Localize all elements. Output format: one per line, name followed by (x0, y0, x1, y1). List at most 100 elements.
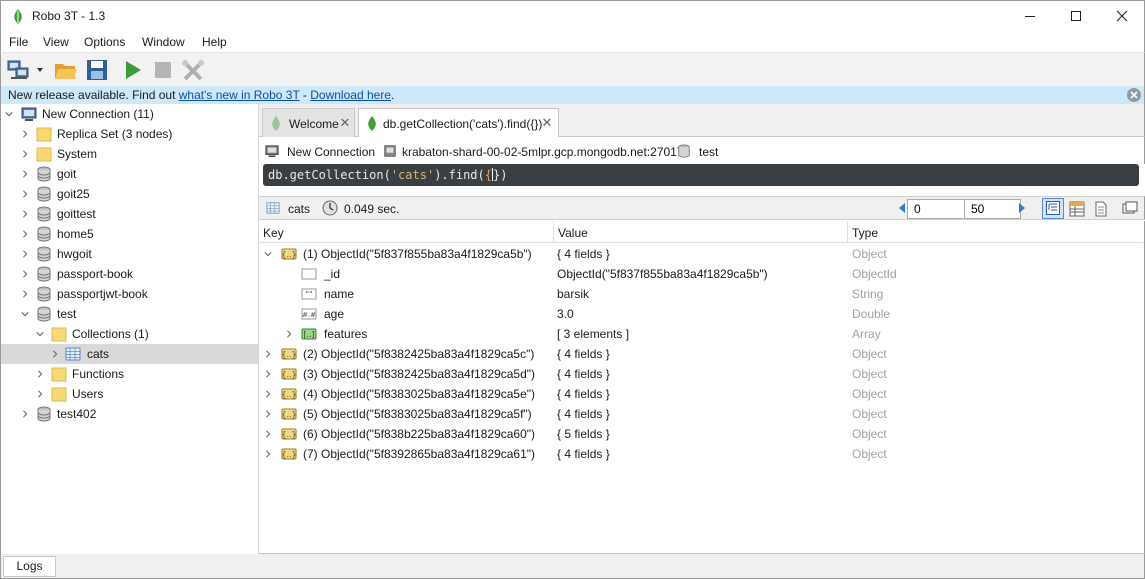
table-row[interactable]: {..} (2) ObjectId("5f8382425ba83a4f1829c… (259, 344, 1143, 364)
object-icon: {..} (281, 388, 297, 400)
stop-button[interactable] (151, 58, 175, 82)
menu-file[interactable]: File (9, 35, 28, 49)
tree-item-database-test[interactable]: test (1, 304, 258, 324)
chevron-right-icon[interactable] (264, 389, 272, 399)
cell-value: ObjectId("5f837f855ba83a4f1829ca5b") (557, 267, 768, 281)
chevron-right-icon[interactable] (1017, 202, 1027, 214)
chevron-right-icon[interactable] (21, 269, 29, 279)
logs-button[interactable]: Logs (3, 556, 56, 577)
orient-button[interactable] (182, 58, 206, 82)
query-editor[interactable]: db.getCollection('cats').find({}) (263, 164, 1139, 186)
menu-help[interactable]: Help (202, 35, 227, 49)
tree-item-label: test402 (57, 407, 97, 421)
connect-button[interactable] (7, 58, 45, 82)
menu-window[interactable]: Window (142, 35, 185, 49)
text-view-icon[interactable] (1093, 201, 1109, 217)
cell-value: { 4 fields } (557, 447, 610, 461)
close-button[interactable] (1099, 1, 1145, 31)
table-view-icon[interactable] (1069, 201, 1085, 217)
tree-item-system[interactable]: System (1, 144, 258, 164)
download-link[interactable]: Download here (310, 88, 391, 102)
column-header-value[interactable]: Value (554, 221, 848, 243)
tree-item-database-goit25[interactable]: goit25 (1, 184, 258, 204)
chevron-right-icon[interactable] (264, 349, 272, 359)
table-row[interactable]: "" name barsik String (259, 284, 1143, 304)
tab-close-icon[interactable]: ✕ (338, 116, 352, 130)
chevron-right-icon[interactable] (21, 249, 29, 259)
table-row[interactable]: {..} (5) ObjectId("5f8383025ba83a4f1829c… (259, 404, 1143, 424)
table-row[interactable]: {..} (4) ObjectId("5f8383025ba83a4f1829c… (259, 384, 1143, 404)
chevron-right-icon[interactable] (21, 149, 29, 159)
tree-item-collection-cats[interactable]: cats (1, 344, 258, 364)
tree-item-database-passportjwt-book[interactable]: passportjwt-book (1, 284, 258, 304)
execute-button[interactable] (121, 58, 145, 82)
chevron-right-icon[interactable] (264, 409, 272, 419)
chevron-down-icon[interactable] (264, 249, 272, 259)
tree-item-functions[interactable]: Functions (1, 364, 258, 384)
tree-item-database-home5[interactable]: home5 (1, 224, 258, 244)
result-collection-name: cats (288, 202, 311, 216)
table-row[interactable]: {..} (1) ObjectId("5f837f855ba83a4f1829c… (259, 244, 1143, 264)
menu-view[interactable]: View (43, 35, 69, 49)
table-row[interactable]: {..} (7) ObjectId("5f8392865ba83a4f1829c… (259, 444, 1143, 464)
tree-view-button[interactable] (1042, 198, 1064, 219)
number-icon: #.# (301, 308, 317, 320)
column-header-key[interactable]: Key (259, 221, 554, 243)
chevron-right-icon[interactable] (21, 189, 29, 199)
chevron-left-icon[interactable] (897, 202, 907, 214)
connection-icon (21, 107, 37, 121)
table-row[interactable]: _id ObjectId("5f837f855ba83a4f1829ca5b")… (259, 264, 1143, 284)
svg-text:{..}: {..} (281, 370, 296, 379)
tree-item-collections[interactable]: Collections (1) (1, 324, 258, 344)
tab-welcome[interactable]: Welcome ✕ (262, 108, 355, 137)
whats-new-link[interactable]: what's new in Robo 3T (179, 88, 300, 102)
chevron-right-icon[interactable] (51, 349, 59, 359)
chevron-right-icon[interactable] (285, 329, 293, 339)
dismiss-notification-button[interactable] (1127, 88, 1141, 102)
tree-item-connection[interactable]: New Connection (11) (1, 104, 258, 124)
results-grid: Key Value Type {..} (1) ObjectId("5f837f… (259, 221, 1145, 554)
tree-item-database-goit[interactable]: goit (1, 164, 258, 184)
maximize-button[interactable] (1053, 1, 1099, 31)
database-icon (37, 306, 51, 322)
cell-key: (7) ObjectId("5f8392865ba83a4f1829ca61") (303, 447, 536, 461)
tree-item-database-hwgoit[interactable]: hwgoit (1, 244, 258, 264)
open-button[interactable] (54, 58, 78, 82)
save-button[interactable] (85, 58, 109, 82)
minimize-button[interactable] (1007, 1, 1053, 31)
chevron-right-icon[interactable] (21, 169, 29, 179)
tab-close-icon[interactable]: ✕ (540, 116, 554, 130)
table-row[interactable]: {..} (3) ObjectId("5f8382425ba83a4f1829c… (259, 364, 1143, 384)
column-header-type[interactable]: Type (848, 221, 1143, 243)
tree-item-database-test402[interactable]: test402 (1, 404, 258, 424)
cell-value: { 5 fields } (557, 427, 610, 441)
tree-item-users[interactable]: Users (1, 384, 258, 404)
tab-query[interactable]: db.getCollection('cats').find({}) ✕ (358, 108, 559, 138)
maximize-panel-icon[interactable] (1122, 201, 1138, 215)
chevron-down-icon[interactable] (36, 329, 44, 339)
tree-item-replica-set[interactable]: Replica Set (3 nodes) (1, 124, 258, 144)
chevron-right-icon[interactable] (264, 369, 272, 379)
tree-item-database-goittest[interactable]: goittest (1, 204, 258, 224)
chevron-right-icon[interactable] (21, 129, 29, 139)
chevron-right-icon[interactable] (264, 429, 272, 439)
chevron-right-icon[interactable] (36, 389, 44, 399)
chevron-right-icon[interactable] (21, 289, 29, 299)
chevron-right-icon[interactable] (36, 369, 44, 379)
limit-input[interactable] (964, 199, 1021, 219)
chevron-right-icon[interactable] (21, 209, 29, 219)
chevron-right-icon[interactable] (21, 409, 29, 419)
chevron-down-icon[interactable] (21, 309, 29, 319)
table-row[interactable]: {..} (6) ObjectId("5f838b225ba83a4f1829c… (259, 424, 1143, 444)
chevron-down-icon[interactable] (5, 109, 13, 119)
chevron-right-icon[interactable] (264, 449, 272, 459)
stop-icon (155, 62, 171, 78)
table-row[interactable]: #.# age 3.0 Double (259, 304, 1143, 324)
cell-type: Object (852, 247, 887, 261)
table-row[interactable]: [..] features [ 3 elements ] Array (259, 324, 1143, 344)
collection-icon (65, 347, 81, 361)
menu-options[interactable]: Options (84, 35, 125, 49)
skip-input[interactable] (907, 199, 965, 219)
tree-item-database-passport-book[interactable]: passport-book (1, 264, 258, 284)
chevron-right-icon[interactable] (21, 229, 29, 239)
